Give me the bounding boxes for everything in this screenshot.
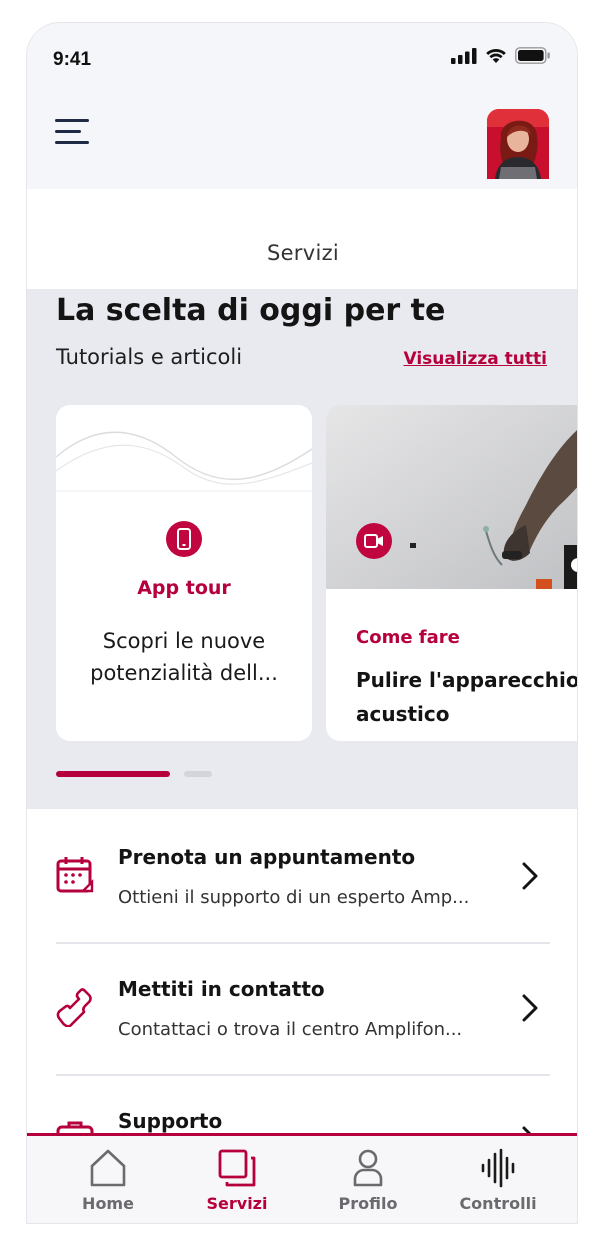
article-card-app-tour[interactable]: App tour Scopri le nuove potenzialità de…: [56, 405, 312, 741]
card-photo: [326, 405, 577, 589]
video-icon: [356, 523, 392, 559]
menu-icon-line: [55, 141, 89, 144]
app-screen: 9:41 Servizi La scelta di oggi per te Tu…: [26, 22, 578, 1224]
list-item-subtitle: Ottieni il supporto di un esperto Amp...: [118, 887, 470, 908]
battery-icon: [515, 47, 550, 64]
card-category: Come fare: [356, 627, 460, 648]
carousel-indicator: [56, 771, 212, 777]
tab-label: Servizi: [206, 1194, 268, 1213]
article-card-cleaning[interactable]: Come fare Pulire l'apparecchio acustico: [326, 405, 578, 741]
status-time: 9:41: [53, 49, 92, 70]
divider: [56, 1074, 550, 1076]
card-description: Scopri le nuove potenzialità dell...: [90, 629, 278, 685]
calendar-icon: [56, 857, 94, 893]
card-category: App tour: [137, 577, 231, 599]
phone-handset-icon: [56, 988, 92, 1027]
list-item-title: Prenota un appuntamento: [118, 845, 416, 869]
tab-bar: Home Servizi Profilo Controlli: [27, 1133, 577, 1223]
divider: [56, 942, 550, 944]
page-title: Servizi: [266, 241, 340, 265]
card-description: Pulire l'apparecchio acustico: [356, 668, 578, 726]
phone-icon: [166, 521, 202, 557]
signal-icon: [451, 47, 477, 64]
carousel-dot-active: [56, 771, 170, 777]
status-icons: [451, 47, 551, 64]
avatar[interactable]: [487, 109, 549, 179]
services-icon: [218, 1149, 256, 1187]
tab-home[interactable]: Home: [39, 1136, 177, 1223]
wifi-icon: [486, 48, 506, 63]
tab-profile[interactable]: Profilo: [299, 1136, 437, 1223]
avatar-photo: [487, 109, 549, 179]
section-subtitle: Tutorials e articoli: [56, 345, 243, 369]
list-item-book-appointment[interactable]: Prenota un appuntamento Ottieni il suppo…: [27, 813, 577, 945]
list-item-title: Supporto: [118, 1109, 223, 1133]
list-item-subtitle: Contattaci o trova il centro Amplifon...: [118, 1019, 463, 1040]
menu-icon: [55, 119, 89, 122]
home-icon: [90, 1149, 126, 1187]
tab-label: Profilo: [338, 1194, 398, 1213]
equalizer-icon: [481, 1148, 515, 1188]
tab-controls[interactable]: Controlli: [429, 1136, 567, 1223]
list-item-title: Mettiti in contatto: [118, 977, 325, 1001]
section-title: La scelta di oggi per te: [56, 293, 446, 328]
wave-decoration: [56, 431, 312, 492]
tab-label: Home: [82, 1194, 134, 1213]
see-all-link[interactable]: Visualizza tutti: [403, 349, 547, 369]
menu-button[interactable]: [55, 117, 95, 149]
tab-label: Controlli: [459, 1194, 537, 1213]
profile-icon: [353, 1149, 383, 1187]
tab-services[interactable]: Servizi: [168, 1136, 306, 1223]
menu-icon-line: [55, 130, 81, 133]
chevron-right-icon: [522, 994, 538, 1022]
app-header: 9:41: [27, 23, 577, 189]
chevron-right-icon: [522, 862, 538, 890]
carousel-dot: [184, 771, 212, 777]
list-item-contact[interactable]: Mettiti in contatto Contattaci o trova i…: [27, 945, 577, 1077]
